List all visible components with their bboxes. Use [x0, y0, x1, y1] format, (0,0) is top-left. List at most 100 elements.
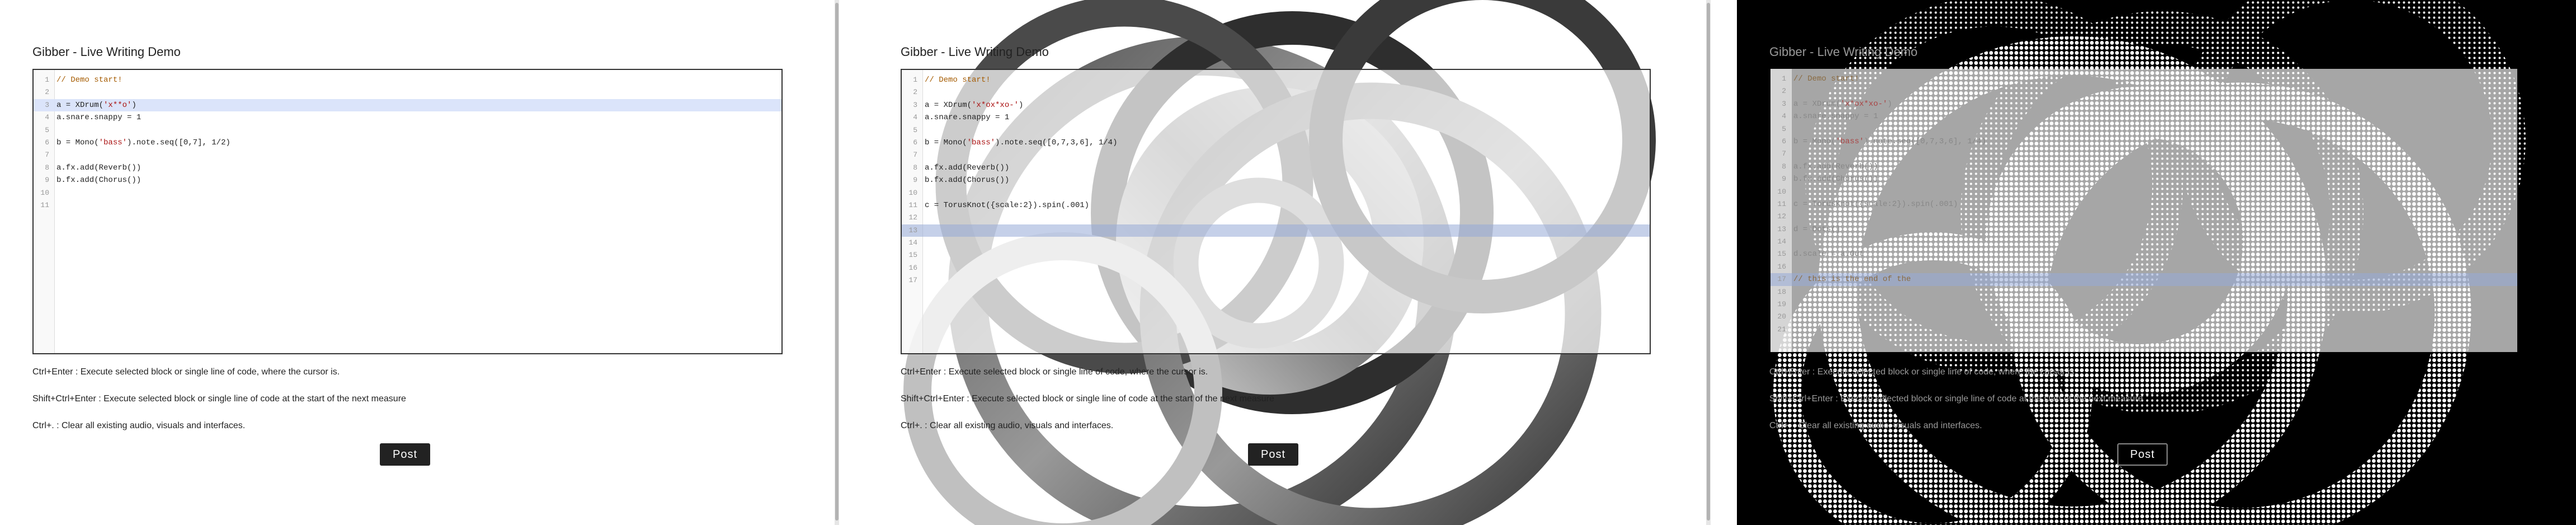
code-line[interactable]: 2	[34, 86, 781, 99]
code-line[interactable]: 13	[902, 224, 1650, 237]
line-number: 12	[908, 213, 917, 222]
code-line[interactable]: 1 // Demo start!	[1770, 73, 2517, 85]
code-line[interactable]: 13 d = Dots()	[1770, 223, 2517, 236]
code-lines[interactable]: 1// Demo start! 2 3 a = XDrum('x*ox*xo-') 4 a…	[902, 74, 1650, 287]
code-text: // Demo start!	[1793, 73, 1859, 85]
code-line[interactable]: 9 b.fx.add(Chorus())	[902, 174, 1650, 186]
code-token: d.scale = a.Out	[1793, 250, 1864, 259]
code-line[interactable]: 20	[1770, 311, 2517, 323]
code-line[interactable]: 1 // Demo start!	[902, 74, 1650, 86]
code-editor[interactable]: 1// Demo start! 2 3 a = XDrum('x*ox*xo-') 4 a…	[1770, 69, 2517, 352]
code-token: a = XDrum(	[925, 100, 972, 110]
screenshot-panel-dots: Gibber - Live Writing Demo 1 // Demo star…	[1737, 0, 2576, 525]
code-line[interactable]: 6 b = Mono('bass').note.seq([0,7], 1/2)	[34, 137, 781, 149]
code-line[interactable]: 14	[1770, 236, 2517, 248]
code-line[interactable]: 14	[902, 237, 1650, 249]
line-number: 15	[1777, 250, 1786, 259]
code-text: a.snare.snappy = 1	[1793, 110, 1878, 123]
code-line[interactable]: 7	[902, 149, 1650, 161]
code-line[interactable]: 10	[34, 187, 781, 199]
code-line[interactable]: 2	[1770, 85, 2517, 97]
line-number: 7	[45, 151, 49, 160]
code-line[interactable]: 17	[902, 274, 1650, 287]
code-line[interactable]: 18	[1770, 286, 2517, 298]
code-token: b = Mono(	[925, 138, 967, 147]
code-line[interactable]: 9 b.fx.add(Chorus())	[1770, 173, 2517, 185]
code-line[interactable]: 1 // Demo start!	[34, 74, 781, 86]
code-line[interactable]: 8 a.fx.add(Reverb())	[902, 162, 1650, 174]
instruction-clear: Ctrl+. : Clear all existing audio, visua…	[1769, 421, 1982, 430]
post-button[interactable]: Post	[2117, 443, 2168, 466]
code-lines[interactable]: 1 // Demo start! 2 3 a = XDrum('x**o') 4 a.sna…	[34, 74, 781, 212]
code-line[interactable]: 3 a = XDrum('x**o')	[34, 99, 781, 112]
code-line[interactable]: 17 // this is the end of the	[1770, 273, 2517, 286]
code-text: b.fx.add(Chorus())	[925, 174, 1009, 186]
code-token: a.snare.snappy = 1	[1793, 112, 1878, 121]
code-line[interactable]: 21	[1770, 324, 2517, 336]
code-line[interactable]: 4 a.snare.snappy = 1	[34, 111, 781, 124]
code-token: b = Mono(	[56, 138, 99, 147]
code-text: b.fx.add(Chorus())	[1793, 173, 1878, 185]
line-number: 16	[1777, 262, 1786, 271]
code-text: // Demo start!	[56, 74, 123, 86]
code-line[interactable]: 4 a.snare.snappy = 1	[902, 111, 1650, 124]
code-line[interactable]: 4 a.snare.snappy = 1	[1770, 110, 2517, 123]
instruction-clear: Ctrl+. : Clear all existing audio, visua…	[901, 421, 1114, 430]
code-line[interactable]: 12	[902, 212, 1650, 224]
code-text: a.snare.snappy = 1	[56, 111, 141, 124]
code-line[interactable]: 8 a.fx.add(Reverb())	[1770, 161, 2517, 173]
code-line[interactable]: 5	[1770, 123, 2517, 135]
code-line[interactable]: 11 c = TorusKnot({scale:2}).spin(.001)	[1770, 198, 2517, 210]
instruction-execute-measure: Shift+Ctrl+Enter : Execute selected bloc…	[901, 394, 1274, 404]
instruction-execute: Ctrl+Enter : Execute selected block or s…	[32, 367, 340, 377]
page-title: Gibber - Live Writing Demo	[32, 45, 181, 59]
code-line[interactable]: 10	[1770, 186, 2517, 198]
code-text: a = XDrum('x**o')	[56, 99, 136, 111]
code-line[interactable]: 15 d.scale = a.Out	[1770, 248, 2517, 260]
code-line[interactable]: 16	[902, 262, 1650, 274]
code-lines[interactable]: 1// Demo start! 2 3 a = XDrum('x*ox*xo-') 4 a…	[1770, 73, 2517, 336]
code-line[interactable]: 15	[902, 249, 1650, 261]
line-number: 5	[913, 125, 917, 134]
scrollbar-thumb[interactable]	[835, 3, 839, 521]
code-line[interactable]: 16	[1770, 261, 2517, 273]
code-line[interactable]: 6 b = Mono('bass').note.seq([0,7,3,6], 1/…	[902, 137, 1650, 149]
code-line[interactable]: 9 b.fx.add(Chorus())	[34, 174, 781, 186]
code-line[interactable]: 3 a = XDrum('x*ox*xo-')	[902, 99, 1650, 111]
instruction-execute: Ctrl+Enter : Execute selected block or s…	[901, 367, 1208, 377]
code-line[interactable]: 2	[902, 86, 1650, 99]
line-number: 1	[913, 76, 917, 84]
scrollbar-thumb[interactable]	[1707, 3, 1710, 521]
code-line[interactable]: 12	[1770, 210, 2517, 223]
scrollbar[interactable]	[835, 0, 839, 525]
panel-separator	[833, 0, 867, 525]
code-token: )	[1887, 99, 1892, 109]
scrollbar[interactable]	[1706, 0, 1711, 525]
instruction-execute-measure: Shift+Ctrl+Enter : Execute selected bloc…	[1769, 394, 2143, 404]
code-line[interactable]: 7	[1770, 148, 2517, 160]
line-number: 3	[1782, 99, 1786, 108]
line-number: 4	[45, 113, 49, 122]
code-editor[interactable]: 1// Demo start! 2 3 a = XDrum('x*ox*xo-') 4 a…	[901, 69, 1651, 354]
post-button[interactable]: Post	[380, 443, 430, 466]
post-button[interactable]: Post	[1248, 443, 1298, 466]
code-line[interactable]: 5	[902, 124, 1650, 137]
code-token: a = XDrum(	[56, 100, 104, 110]
code-line[interactable]: 3 a = XDrum('x*ox*xo-')	[1770, 98, 2517, 110]
code-line[interactable]: 11	[34, 199, 781, 212]
code-line[interactable]: 6 b = Mono('bass').note.seq([0,7,3,6], 1/…	[1770, 135, 2517, 148]
code-token: )	[131, 100, 136, 110]
code-line[interactable]: 19	[1770, 298, 2517, 311]
code-text: a.fx.add(Reverb())	[1793, 161, 1878, 173]
code-line[interactable]: 8 a.fx.add(Reverb())	[34, 162, 781, 174]
code-line[interactable]: 10	[902, 187, 1650, 199]
code-string: 'x*ox*xo-'	[972, 100, 1019, 110]
code-line[interactable]: 5	[34, 124, 781, 137]
line-number: 9	[45, 176, 49, 185]
line-number: 20	[1777, 312, 1786, 321]
code-editor[interactable]: 1 // Demo start! 2 3 a = XDrum('x**o') 4 a.sna…	[32, 69, 783, 354]
code-line[interactable]: 11 c = TorusKnot({scale:2}).spin(.001)	[902, 199, 1650, 212]
code-line[interactable]: 7	[34, 149, 781, 161]
code-token: b.fx.add(Chorus())	[925, 176, 1010, 185]
line-number: 9	[913, 176, 917, 185]
